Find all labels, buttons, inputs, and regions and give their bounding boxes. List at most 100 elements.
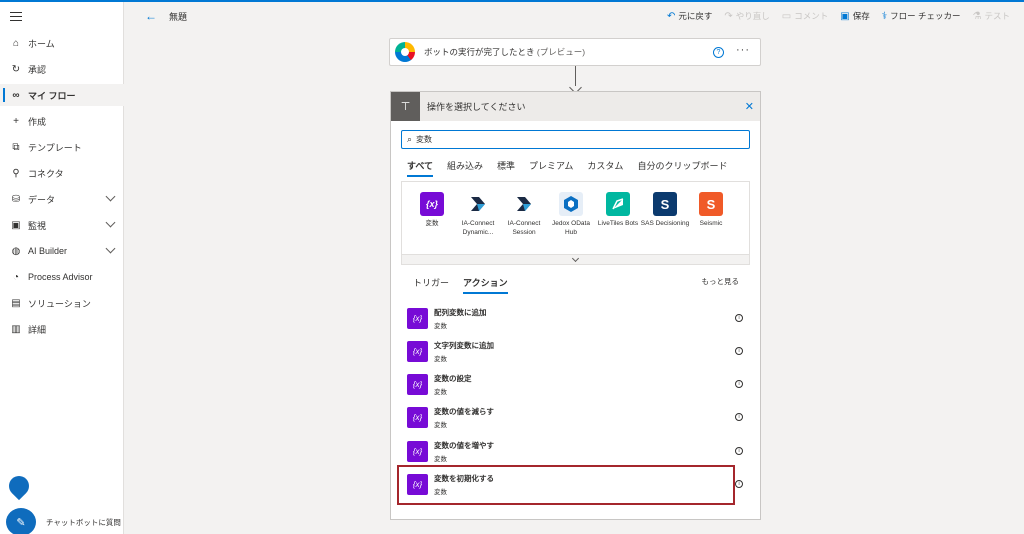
back-arrow-icon[interactable]: ← (145, 9, 157, 23)
hamburger-menu-icon[interactable] (10, 12, 22, 21)
undo-label: 元に戻す (678, 11, 713, 21)
variable-icon: {x} (407, 340, 428, 362)
solution-icon: ▤ (11, 297, 21, 309)
chevron-down-icon[interactable] (105, 217, 116, 228)
sidebar-item-approvals[interactable]: ↻ 承認 (0, 58, 124, 80)
process-advisor-icon: ◔ (12, 271, 20, 283)
connector-ia-connect-session[interactable]: IA-Connect Session (500, 192, 548, 237)
sidebar-item-learn[interactable]: ▥ 詳細 (0, 318, 124, 340)
tab-built-in[interactable]: 組み込み (447, 159, 483, 177)
close-icon[interactable]: ✕ (745, 100, 754, 113)
flow-checker-button[interactable]: ⚕ フロー チェッカー (882, 10, 961, 22)
sidebar-item-templates[interactable]: ⧉ テンプレート (0, 136, 124, 158)
info-icon[interactable]: i (735, 413, 743, 421)
highlight-box (397, 465, 735, 505)
action-item[interactable]: {x} 変数の設定 変数 i (407, 370, 747, 398)
panel-header: ⊤ 操作を選択してください ✕ (391, 92, 760, 121)
action-connector: 変数 (434, 355, 447, 363)
action-connector: 変数 (434, 421, 447, 429)
panel-title: 操作を選択してください (427, 102, 526, 112)
category-tabs: すべて 組み込み 標準 プレミアム カスタム 自分のクリップボード (407, 159, 741, 177)
action-connector: 変数 (434, 455, 447, 463)
toolbar: ↶ 元に戻す ↷ やり直し ▭ コメント ▣ 保存 ⚕ フロー チェッカー ⚗ テスト (667, 2, 1010, 30)
sidebar-item-label: 承認 (28, 64, 47, 75)
see-more-link[interactable]: もっと見る (702, 276, 740, 287)
connector-sas-decisioning[interactable]: S SAS Decisioning (641, 192, 689, 229)
sidebar-item-solutions[interactable]: ▤ ソリューション (0, 292, 124, 314)
sidebar-item-label: データ (28, 194, 56, 205)
expand-connectors-button[interactable] (401, 254, 750, 265)
save-button[interactable]: ▣ 保存 (840, 10, 869, 22)
search-input-value: 変数 (416, 135, 433, 144)
connector-ia-connect-dynamic[interactable]: IA-Connect Dynamic... (454, 192, 502, 237)
help-icon[interactable]: ? (713, 47, 724, 58)
flow-icon: ∞ (12, 89, 20, 101)
action-item[interactable]: {x} 配列変数に追加 変数 i (407, 304, 747, 332)
info-icon[interactable]: i (735, 447, 743, 455)
flask-icon: ⚗ (972, 10, 982, 22)
chat-icon: ✎ (16, 516, 26, 529)
test-button[interactable]: ⚗ テスト (973, 10, 1010, 22)
sidebar-item-label: マイ フロー (28, 90, 76, 101)
variable-icon: {x} (407, 307, 428, 329)
connector-list: {x} 変数 IA-Connect Dynamic... IA-Connect … (401, 181, 750, 264)
tab-actions[interactable]: アクション (463, 276, 508, 294)
chatbot-label: チャットボットに質問 (46, 518, 121, 527)
sidebar-item-connectors[interactable]: ⚲ コネクタ (0, 162, 124, 184)
tab-clipboard[interactable]: 自分のクリップボード (637, 159, 727, 177)
tab-all[interactable]: すべて (407, 159, 434, 177)
sidebar-item-home[interactable]: ⌂ ホーム (0, 32, 124, 54)
sidebar-item-data[interactable]: ⛁ データ (0, 188, 124, 210)
tab-premium[interactable]: プレミアム (529, 159, 573, 177)
sidebar-item-ai-builder[interactable]: ◍ AI Builder (0, 240, 124, 262)
ia-connect-icon (512, 192, 536, 216)
sidebar: ⌂ ホーム ↻ 承認 ∞ マイ フロー + 作成 ⧉ テンプレート ⚲ コネクタ ⛁ データ … (0, 2, 124, 534)
tab-custom[interactable]: カスタム (587, 159, 623, 177)
undo-icon: ↶ (666, 10, 676, 22)
search-input[interactable]: ⌕ 変数 (401, 130, 750, 149)
info-icon[interactable]: i (735, 347, 743, 355)
connector-variables[interactable]: {x} 変数 (408, 192, 456, 229)
redo-label: やり直し (735, 11, 770, 21)
chevron-down-icon[interactable] (105, 191, 116, 202)
sidebar-item-create[interactable]: + 作成 (0, 110, 124, 132)
info-icon[interactable]: i (735, 314, 743, 322)
connector-label: IA-Connect Session (507, 220, 541, 236)
redo-button[interactable]: ↷ やり直し (724, 10, 769, 22)
chatbot-button[interactable]: ✎ (6, 508, 36, 534)
trigger-title-text: ボットの実行が完了したとき (424, 47, 535, 57)
app-root: ⌂ ホーム ↻ 承認 ∞ マイ フロー + 作成 ⧉ テンプレート ⚲ コネクタ ⛁ データ … (0, 0, 1024, 534)
choose-operation-panel: ⊤ 操作を選択してください ✕ ⌕ 変数 すべて 組み込み 標準 プレミアム カ… (390, 91, 761, 520)
tab-triggers[interactable]: トリガー (413, 276, 449, 294)
book-icon: ▥ (11, 323, 21, 335)
tab-standard[interactable]: 標準 (497, 159, 515, 177)
info-icon[interactable]: i (735, 480, 743, 488)
action-item[interactable]: {x} 変数の値を増やす 変数 i (407, 437, 747, 465)
action-item[interactable]: {x} 文字列変数に追加 変数 i (407, 337, 747, 365)
sidebar-item-label: Process Advisor (28, 272, 93, 282)
connector-livetiles-bots[interactable]: LiveTiles Bots (594, 192, 642, 229)
flow-title[interactable]: 無題 (169, 10, 187, 23)
data-icon: ⛁ (11, 193, 21, 205)
comment-icon: ▭ (781, 10, 792, 22)
trigger-card[interactable]: ボットの実行が完了したとき (プレビュー) ? ··· (389, 38, 761, 66)
action-item[interactable]: {x} 変数の値を減らす 変数 i (407, 403, 747, 431)
variable-icon: {x} (407, 373, 428, 395)
sas-icon: S (653, 192, 677, 216)
sidebar-item-process-advisor[interactable]: ◔ Process Advisor (0, 266, 124, 288)
connector-jedox-odata-hub[interactable]: Jedox OData Hub (547, 192, 595, 237)
sidebar-item-monitor[interactable]: ▣ 監視 (0, 214, 124, 236)
connector-label: LiveTiles Bots (597, 220, 639, 227)
sidebar-item-label: 監視 (28, 220, 47, 231)
more-options-icon[interactable]: ··· (736, 44, 750, 56)
connector-seismic[interactable]: S Seismic (687, 192, 735, 229)
variable-icon: {x} (407, 440, 428, 462)
info-icon[interactable]: i (735, 380, 743, 388)
sidebar-item-my-flows[interactable]: ∞ マイ フロー (0, 84, 124, 106)
template-icon: ⧉ (12, 141, 20, 153)
sidebar-item-label: 作成 (28, 116, 47, 127)
chevron-down-icon[interactable] (105, 243, 116, 254)
approval-icon: ↻ (11, 63, 21, 75)
comment-button[interactable]: ▭ コメント (782, 10, 828, 22)
undo-button[interactable]: ↶ 元に戻す (667, 10, 712, 22)
